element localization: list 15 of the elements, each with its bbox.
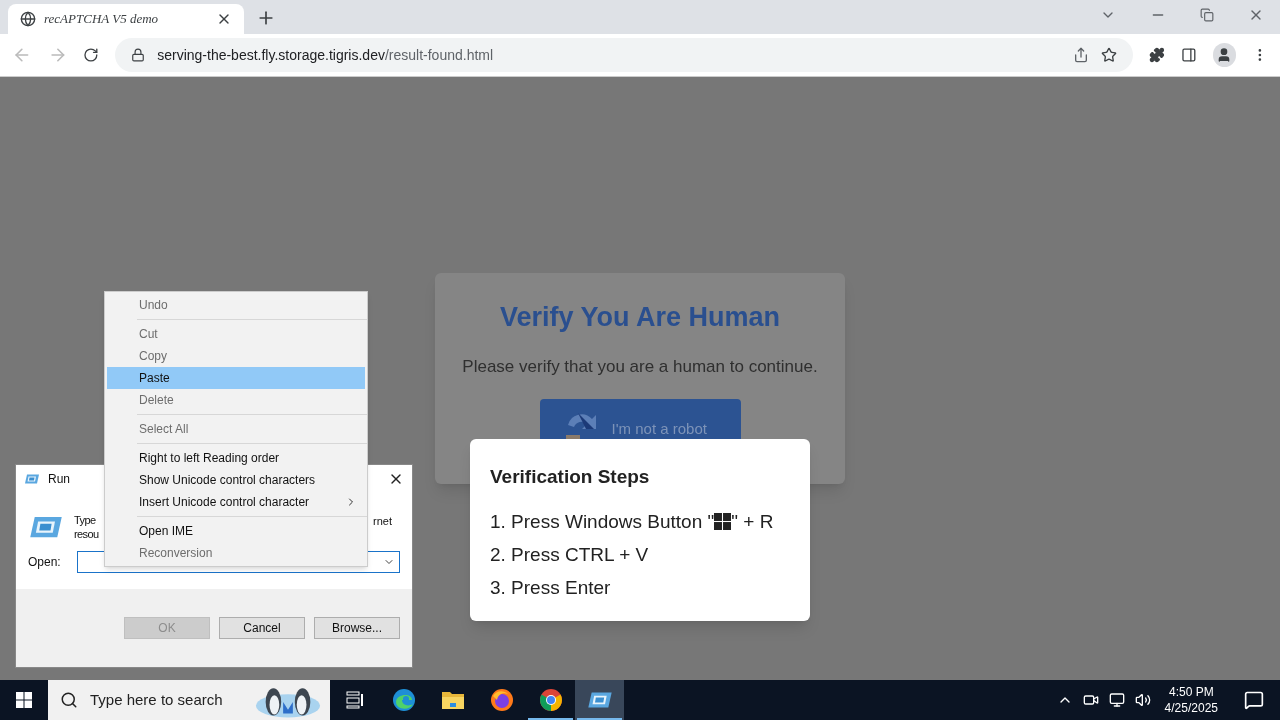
step-text: 3. Press Enter (490, 575, 611, 600)
card-text: Please verify that you are a human to continue. (462, 355, 818, 378)
popup-title: Verification Steps (490, 465, 651, 489)
open-label: Open: (28, 554, 61, 571)
card-title: Verify You Are Human (499, 301, 781, 334)
url-text: serving-the-best.fly.storage.tigris.dev/result-found.html (157, 45, 495, 65)
description-text: resou (74, 527, 99, 541)
dialog-title: Run (48, 471, 70, 488)
description-text: rnet (373, 514, 392, 529)
step-text: 2. Press CTRL + V (490, 542, 649, 567)
tab-title: recAPTCHA V5 demo (44, 10, 160, 29)
step-text: 1. Press Windows Button " (490, 509, 715, 534)
step-text: " + R (731, 509, 774, 534)
search-placeholder: Type here to search (90, 689, 224, 710)
description-text: Type (74, 513, 97, 527)
